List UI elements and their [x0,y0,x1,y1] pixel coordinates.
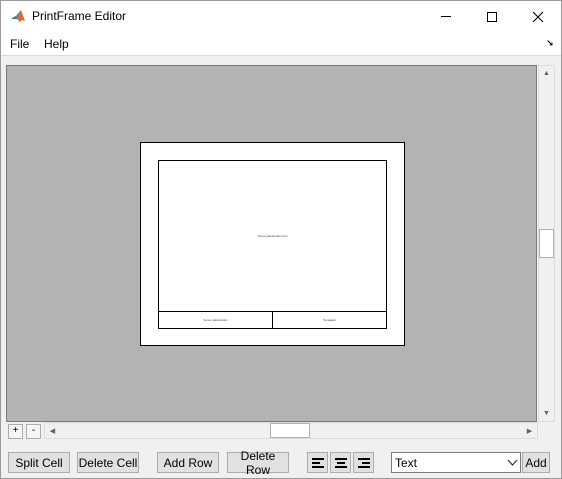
minimize-button[interactable] [423,1,469,32]
cell-text: Some placeholder text [257,234,288,238]
horizontal-scroll-thumb[interactable] [270,423,310,438]
menu-file[interactable]: File [10,37,29,51]
delete-row-button[interactable]: Delete Row [227,449,289,477]
maximize-button[interactable] [469,1,515,32]
printframe-editor-window: PrintFrame Editor File Help ↘ Some place… [0,0,562,479]
matlab-logo-icon [10,8,26,24]
zoom-out-button[interactable]: - [26,424,41,439]
undock-arrow-icon[interactable]: ↘ [546,39,554,48]
maximize-icon [487,11,497,22]
scroll-up-icon[interactable]: ▲ [539,66,554,81]
minimize-icon [441,16,451,17]
element-type-select[interactable]: Text [391,452,521,473]
close-button[interactable] [515,1,561,32]
frame-cell-main[interactable]: Some placeholder text [159,161,386,312]
horizontal-scrollbar[interactable]: ◀ ▶ [44,422,538,439]
frame-cell-bottom-right[interactable]: Textagain [273,312,386,328]
element-type-value: Text [395,456,418,470]
add-element-button[interactable]: Add [522,452,550,473]
editor-canvas: Some placeholder text Some placeholder T… [6,65,537,422]
menu-bar: File Help ↘ [1,32,561,56]
print-frame: Some placeholder text Some placeholder T… [158,160,387,329]
cell-text: Textagain [323,318,336,322]
cell-text: Some placeholder [203,318,228,322]
title-bar: PrintFrame Editor [1,1,561,32]
zoom-in-button[interactable]: + [8,424,23,439]
split-cell-button[interactable]: Split Cell [8,452,70,473]
align-center-button[interactable] [330,452,351,473]
print-page: Some placeholder text Some placeholder T… [140,142,405,346]
scroll-down-icon[interactable]: ▼ [539,406,554,421]
vertical-scroll-thumb[interactable] [539,229,554,258]
close-icon [532,11,544,22]
add-row-button[interactable]: Add Row [157,452,219,473]
align-left-button[interactable] [307,452,328,473]
menu-help[interactable]: Help [44,37,69,51]
frame-cell-bottom-left[interactable]: Some placeholder [159,312,273,328]
window-title: PrintFrame Editor [32,9,127,23]
scroll-left-icon[interactable]: ◀ [45,423,60,438]
delete-cell-button[interactable]: Delete Cell [77,452,139,473]
scroll-right-icon[interactable]: ▶ [522,423,537,438]
vertical-scrollbar[interactable]: ▲ ▼ [538,65,555,422]
chevron-down-icon [507,459,518,466]
align-right-button[interactable] [353,452,374,473]
